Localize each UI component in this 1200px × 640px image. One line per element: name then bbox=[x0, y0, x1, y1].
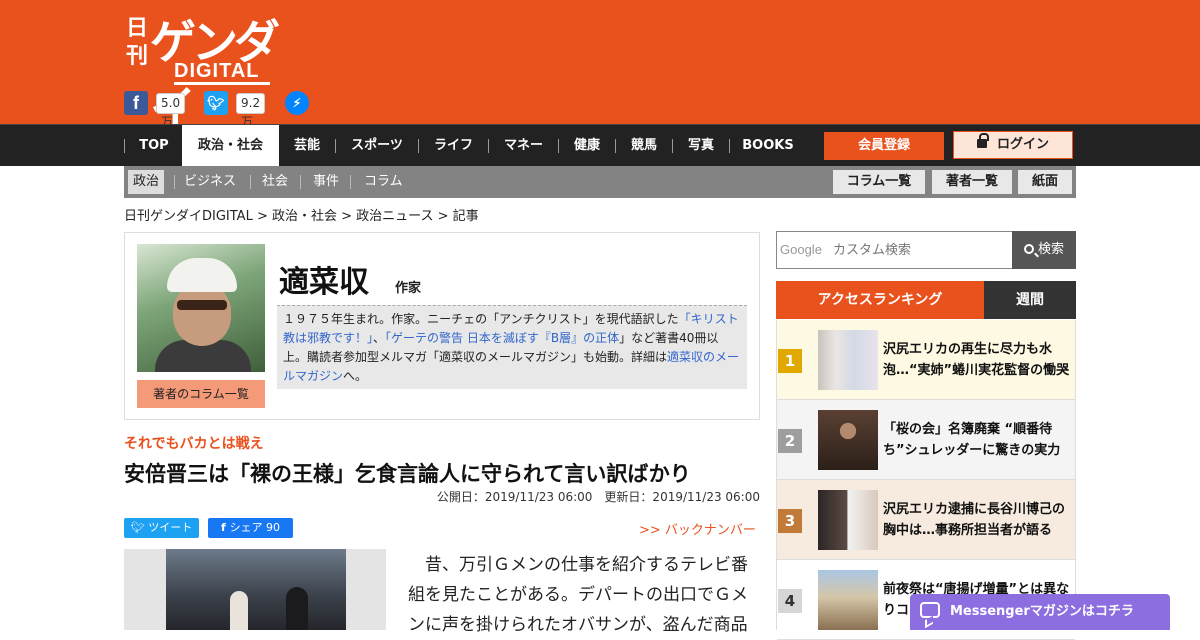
photo-figure bbox=[286, 587, 308, 630]
photo-figure bbox=[230, 591, 248, 630]
facebook-icon: f bbox=[220, 521, 230, 534]
ranking-thumbnail bbox=[818, 330, 878, 390]
google-logo: Google bbox=[780, 242, 822, 257]
tweet-label: ツイート bbox=[148, 521, 193, 534]
facebook-count: 5.0万 bbox=[156, 93, 186, 129]
ranking-title: 沢尻エリカ逮捕に長谷川博己の胸中は…事務所担当者が語る bbox=[883, 502, 1066, 538]
ranking-item[interactable]: 2 「桜の会」名簿廃棄 “順番待ち”シュレッダーに驚きの実力 bbox=[777, 400, 1075, 480]
ranking-tabs: アクセスランキング 週間 bbox=[776, 281, 1076, 319]
photo-face bbox=[173, 284, 231, 346]
logo-underline bbox=[174, 82, 270, 85]
nav-books[interactable]: BOOKS bbox=[730, 125, 806, 166]
share-label: シェア 90 bbox=[229, 521, 281, 534]
photo-glasses bbox=[177, 300, 227, 310]
article-title: 安倍晋三は「裸の王様」乞食言論人に守られて言い訳ばかり bbox=[124, 462, 691, 486]
tweet-button[interactable]: 🐦︎ ツイート bbox=[124, 518, 199, 538]
backnumber-link[interactable]: >> バックナンバー bbox=[639, 519, 756, 538]
login-label: ログイン bbox=[996, 137, 1049, 152]
bio-text: １９７５年生まれ。作家。ニーチェの「アンチクリスト」を現代語訳した bbox=[283, 312, 679, 326]
twitter-count: 9.2万 bbox=[236, 93, 266, 129]
bio-text: へ。 bbox=[343, 369, 368, 383]
logo-sub: DIGITAL bbox=[174, 60, 260, 82]
ranking-item[interactable]: 1 沢尻エリカの再生に尽力も水泡…“実姉”蜷川実花監督の慟哭 bbox=[777, 320, 1075, 400]
subnav-separator bbox=[300, 175, 301, 189]
ranking-title: 沢尻エリカの再生に尽力も水泡…“実姉”蜷川実花監督の慟哭 bbox=[883, 342, 1070, 378]
subnav-column[interactable]: コラム bbox=[364, 170, 403, 194]
photo-crowd bbox=[166, 549, 346, 630]
ranking-list: 1 沢尻エリカの再生に尽力も水泡…“実姉”蜷川実花監督の慟哭 2 「桜の会」名簿… bbox=[776, 320, 1076, 640]
paper-button[interactable]: 紙面 bbox=[1018, 170, 1072, 194]
facebook-icon[interactable]: f bbox=[124, 91, 148, 115]
nav-money[interactable]: マネー bbox=[489, 125, 558, 166]
author-photo bbox=[137, 244, 265, 372]
bio-text: 、 bbox=[373, 331, 386, 345]
subnav-politics[interactable]: 政治 bbox=[128, 170, 165, 194]
article-body: 昔、万引Ｇメンの仕事を紹介するテレビ番組を見たことがある。デパートの出口でＧメン… bbox=[408, 555, 748, 635]
login-button[interactable]: ログイン bbox=[953, 131, 1073, 159]
register-button[interactable]: 会員登録 bbox=[824, 132, 944, 160]
nav-top[interactable]: TOP bbox=[126, 125, 182, 166]
subnav-society[interactable]: 社会 bbox=[262, 170, 288, 194]
subnav-business[interactable]: ビジネス bbox=[184, 170, 236, 194]
breadcrumb[interactable]: 日刊ゲンダイDIGITAL > 政治・社会 > 政治ニュース > 記事 bbox=[124, 205, 479, 224]
nav-politics-society[interactable]: 政治・社会 bbox=[182, 125, 279, 166]
tab-access-ranking[interactable]: アクセスランキング bbox=[776, 281, 984, 319]
lock-icon bbox=[976, 133, 989, 148]
nav-separator bbox=[124, 139, 125, 153]
site-search: Google 検索 bbox=[776, 231, 1076, 269]
rank-number: 3 bbox=[778, 509, 802, 533]
main-nav: TOP 政治・社会 芸能 スポーツ ライフ マネー 健康 競馬 写真 BOOKS… bbox=[0, 124, 1200, 166]
nav-sports[interactable]: スポーツ bbox=[336, 125, 418, 166]
article-photo[interactable] bbox=[124, 549, 386, 630]
tab-weekly[interactable]: 週間 bbox=[984, 281, 1076, 319]
nav-life[interactable]: ライフ bbox=[419, 125, 488, 166]
twitter-icon[interactable]: 🐦︎ bbox=[204, 91, 228, 115]
nav-keiba[interactable]: 競馬 bbox=[616, 125, 672, 166]
ranking-item[interactable]: 3 沢尻エリカ逮捕に長谷川博己の胸中は…事務所担当者が語る bbox=[777, 480, 1075, 560]
chat-bubble-icon bbox=[920, 602, 940, 618]
search-icon bbox=[1023, 244, 1034, 254]
facebook-share-button[interactable]: f シェア 90 bbox=[208, 518, 293, 538]
search-button-label: 検索 bbox=[1037, 242, 1064, 257]
ranking-title: 「桜の会」名簿廃棄 “順番待ち”シュレッダーに驚きの実力 bbox=[883, 422, 1061, 458]
author-list-button[interactable]: 著者一覧 bbox=[932, 170, 1012, 194]
search-button[interactable]: 検索 bbox=[1012, 231, 1076, 269]
article-kicker[interactable]: それでもバカとは戦え bbox=[124, 433, 264, 453]
nav-entertainment[interactable]: 芸能 bbox=[279, 125, 335, 166]
messenger-label: Messengerマガジンはコチラ bbox=[950, 604, 1134, 619]
subnav-separator bbox=[350, 175, 351, 189]
messenger-icon[interactable]: ⚡︎ bbox=[285, 91, 309, 115]
subnav-incident[interactable]: 事件 bbox=[313, 170, 339, 194]
site-logo[interactable]: 日刊 ゲンダイ DIGITAL bbox=[126, 10, 306, 135]
subnav-separator bbox=[250, 175, 251, 189]
ranking-thumbnail bbox=[818, 570, 878, 630]
subnav-separator bbox=[174, 175, 175, 189]
rank-number: 2 bbox=[778, 429, 802, 453]
author-role: 作家 bbox=[395, 281, 422, 296]
ranking-thumbnail bbox=[818, 410, 878, 470]
author-bio: １９７５年生まれ。作家。ニーチェの「アンチクリスト」を現代語訳した「キリスト教は… bbox=[277, 305, 747, 389]
site-header: 日刊 ゲンダイ DIGITAL f 5.0万 🐦︎ 9.2万 ⚡︎ bbox=[0, 0, 1200, 135]
photo-cap bbox=[167, 258, 237, 292]
nav-health[interactable]: 健康 bbox=[559, 125, 615, 166]
rank-number: 4 bbox=[778, 589, 802, 613]
author-columns-button[interactable]: 著者のコラム一覧 bbox=[137, 380, 265, 408]
author-name: 適菜収 bbox=[279, 265, 369, 300]
nav-photo[interactable]: 写真 bbox=[673, 125, 729, 166]
rank-number: 1 bbox=[778, 349, 802, 373]
article-dates: 公開日：2019/11/23 06:00 更新日：2019/11/23 06:0… bbox=[436, 490, 760, 504]
ranking-thumbnail bbox=[818, 490, 878, 550]
column-list-button[interactable]: コラム一覧 bbox=[833, 170, 925, 194]
logo-kanji: 日刊 bbox=[126, 15, 149, 69]
author-profile: 著者のコラム一覧 適菜収 作家 １９７５年生まれ。作家。ニーチェの「アンチクリス… bbox=[124, 232, 760, 420]
sub-nav: 政治 ビジネス 社会 事件 コラム コラム一覧 著者一覧 紙面 bbox=[124, 166, 1076, 198]
bio-link-book-2[interactable]: 「ゲーテの警告 日本を滅ぼす『B層』の正体 bbox=[385, 331, 619, 345]
messenger-magazine-button[interactable]: Messengerマガジンはコチラ bbox=[910, 594, 1170, 630]
twitter-icon: 🐦︎ bbox=[130, 521, 149, 534]
